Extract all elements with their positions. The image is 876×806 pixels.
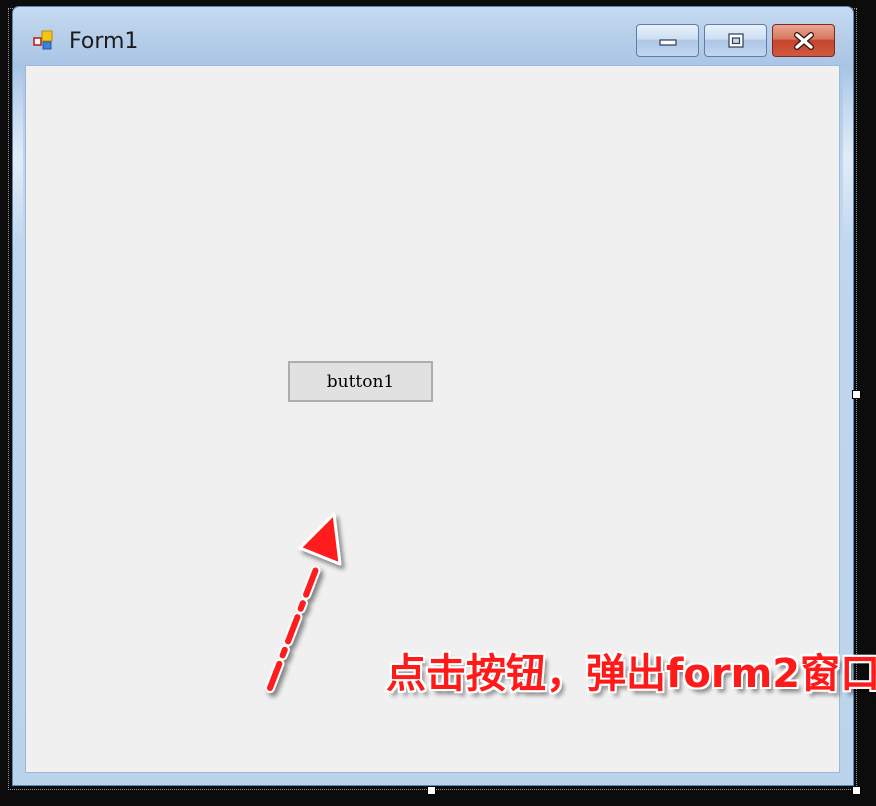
window-title: Form1	[69, 29, 139, 54]
annotation-text: 点击按钮，弹出form2窗口	[386, 651, 876, 697]
resize-handle-bottom[interactable]	[427, 786, 436, 795]
resize-handle-corner[interactable]	[852, 786, 861, 795]
minimize-icon	[658, 38, 677, 46]
button1[interactable]: button1	[288, 361, 433, 402]
form-window: Form1 button1 点击按钮，弹出form2窗口	[12, 6, 876, 786]
maximize-icon	[727, 32, 744, 48]
close-icon	[793, 31, 814, 50]
minimize-button[interactable]	[636, 24, 699, 57]
close-button[interactable]	[772, 24, 835, 57]
resize-handle-right[interactable]	[852, 390, 861, 399]
form-client-area: button1 点击按钮，弹出form2窗口	[25, 65, 876, 773]
red-arrow-icon	[265, 512, 342, 693]
maximize-button[interactable]	[704, 24, 767, 57]
form-app-icon	[33, 30, 53, 50]
